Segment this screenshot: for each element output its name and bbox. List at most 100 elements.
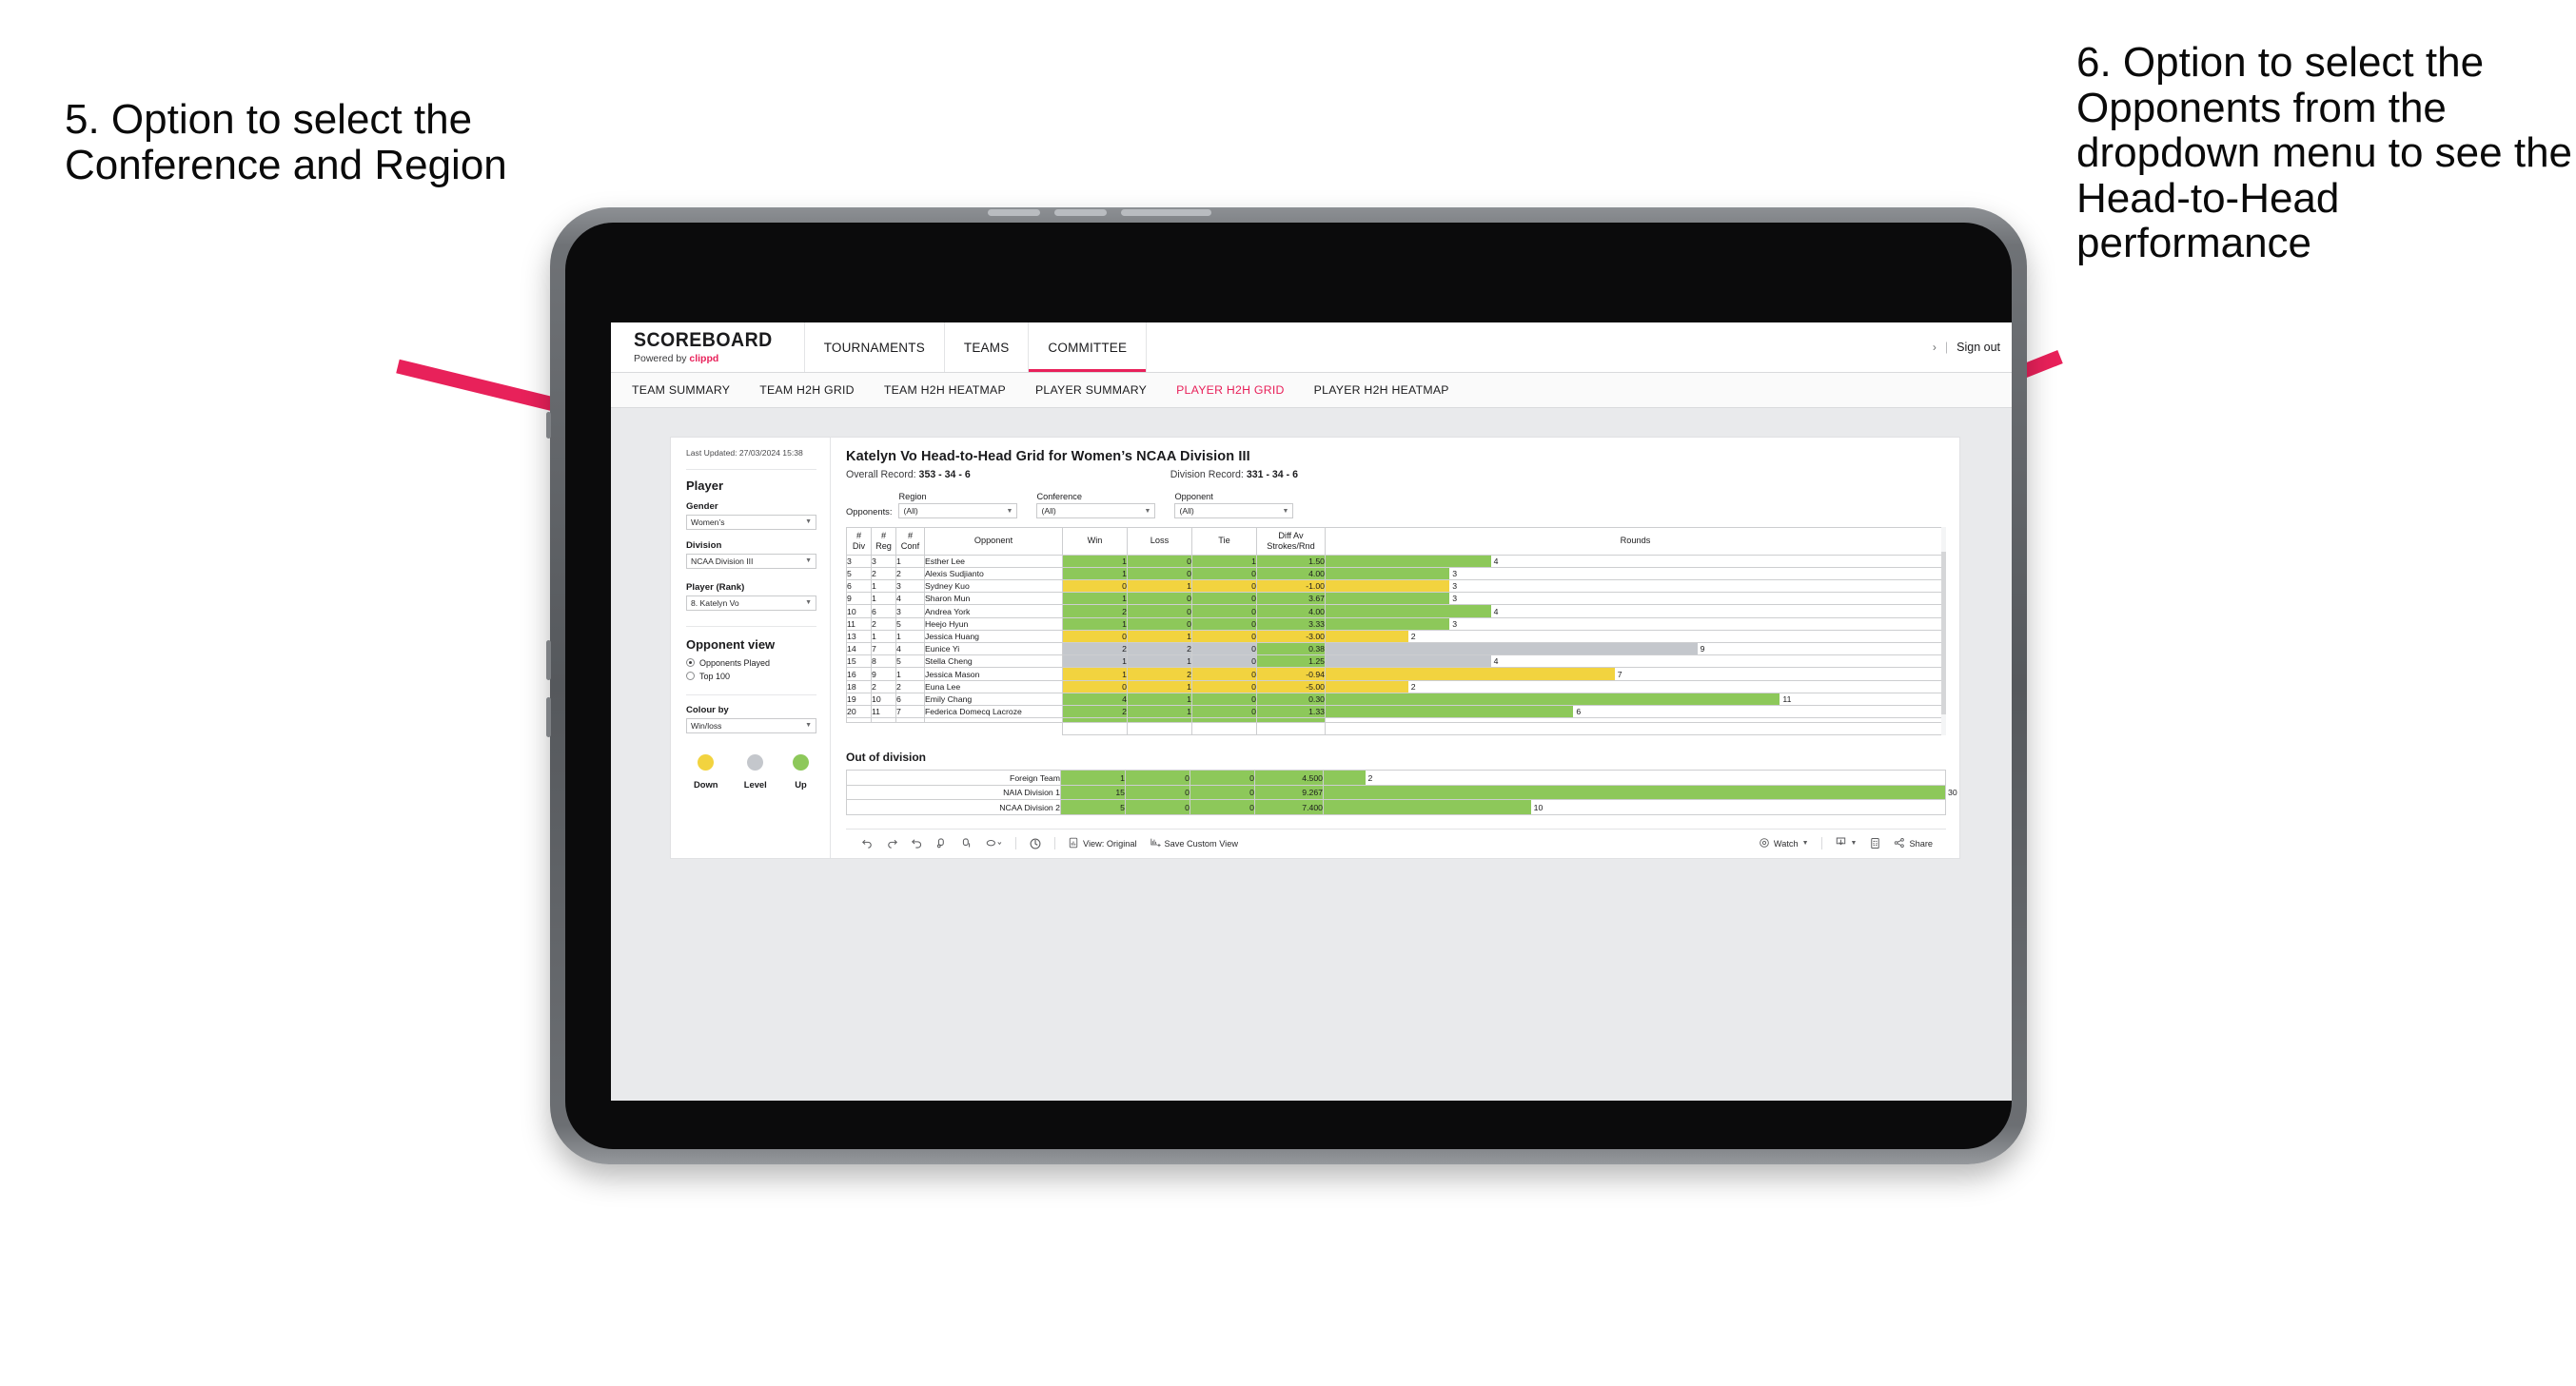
share-button[interactable]: Share [1894,837,1933,850]
grid-cell-loss: 0 [1127,554,1192,568]
grid-cell-conf: 2 [895,679,925,693]
colour-by-value: Win/loss [691,720,722,731]
grid-cell-reg: 2 [871,566,896,581]
table-row[interactable]: NCAA Division 2 5 0 0 7.400 10 [846,799,1946,815]
legend-item-up: Up [792,753,809,790]
subnav-team-h2h-grid[interactable]: TEAM H2H GRID [759,383,855,397]
grid-cell-tie: 0 [1191,616,1257,631]
nav-item-teams[interactable]: TEAMS [945,322,1030,372]
nav-item-committee[interactable]: COMMITTEE [1029,322,1148,372]
table-row[interactable]: 20 11 7 Federica Domecq Lacroze 2 1 0 1.33 6 [846,704,1946,719]
conference-select[interactable]: (All) ▼ [1036,503,1156,518]
table-row[interactable]: 5 2 2 Alexis Sudjianto 1 0 0 4.00 3 [846,566,1946,581]
table-row[interactable]: Foreign Team 1 0 0 4.500 2 [846,770,1946,786]
grid-cell-reg: 1 [871,629,896,644]
nav-item-tournaments[interactable]: TOURNAMENTS [805,322,945,372]
table-row[interactable]: 10 6 3 Andrea York 2 0 0 4.00 4 [846,604,1946,618]
grid-cell-win: 0 [1062,579,1128,594]
grid-cell-tie: 0 [1191,654,1257,669]
view-original-button[interactable]: View: Original [1068,837,1137,850]
table-row[interactable]: 15 8 5 Stella Cheng 1 1 0 1.25 4 [846,654,1946,669]
brand-logo[interactable]: SCOREBOARD Powered by clippd [611,322,805,372]
rounds-value: 4 [1493,606,1499,616]
grid-cell-loss: 0 [1127,604,1192,618]
table-row[interactable]: 3 3 1 Esther Lee 1 0 1 1.50 4 [846,554,1946,568]
redo-icon[interactable] [886,837,898,849]
grid-cell-tie: 0 [1191,566,1257,581]
grid-cell-reg: 7 [871,642,896,656]
colour-by-select[interactable]: Win/loss ▼ [686,717,816,733]
save-custom-view-button[interactable]: Save Custom View [1150,837,1238,850]
grid-cell-diff: -5.00 [1256,679,1326,693]
grid-scrollbar-thumb[interactable] [1941,552,1946,714]
watch-label: Watch [1773,838,1799,849]
gender-field: Gender Women’s ▼ [686,501,816,530]
subnav-team-summary[interactable]: TEAM SUMMARY [632,383,730,397]
undo-icon[interactable] [861,837,874,849]
subnav-player-h2h-grid[interactable]: PLAYER H2H GRID [1176,383,1285,397]
pause-icon[interactable] [960,837,973,849]
grid-cell-win: 2 [1062,704,1128,719]
grid-col-header: Rounds [1325,527,1946,556]
player-rank-select[interactable]: 8. Katelyn Vo ▼ [686,595,816,611]
grid-scrollbar[interactable] [1941,527,1946,735]
legend-label-down: Down [694,778,718,790]
table-row[interactable]: NAIA Division 1 15 0 0 9.267 30 [846,784,1957,801]
rounds-value: 2 [1410,681,1416,692]
rounds-bar [1326,617,1450,630]
grid-cell-loss: 1 [1127,704,1192,719]
grid-cell-div: 5 [846,566,872,581]
region-select[interactable]: (All) ▼ [898,503,1018,518]
tablet-volume-down-button[interactable] [546,697,551,737]
opponent-select[interactable]: (All) ▼ [1174,503,1294,518]
grid-cell-conf: 5 [895,654,925,669]
sign-out-link[interactable]: Sign out [1957,341,2000,354]
ood-cell-rounds: 2 [1323,770,1946,786]
colour-by-label: Colour by [686,704,729,715]
table-row[interactable]: 6 1 3 Sydney Kuo 0 1 0 -1.00 3 [846,579,1946,594]
table-row[interactable]: 19 10 6 Emily Chang 4 1 0 0.30 11 [846,692,1946,706]
rounds-value: 3 [1452,594,1458,604]
radio-opponents-played[interactable]: Opponents Played [686,658,816,668]
subnav-team-h2h-heatmap[interactable]: TEAM H2H HEATMAP [884,383,1006,397]
chevron-right-icon[interactable]: › [1933,341,1937,354]
grid-cell-conf: 1 [895,629,925,644]
table-row[interactable]: 9 1 4 Sharon Mun 1 0 0 3.67 3 [846,592,1946,606]
save-custom-view-label: Save Custom View [1164,838,1238,849]
grid-col-header: # Div [846,527,872,556]
grid-cell-win: 2 [1062,604,1128,618]
table-row[interactable]: 18 2 2 Euna Lee 0 1 0 -5.00 2 [846,679,1946,693]
grid-cell-conf: 1 [895,554,925,568]
grid-col-header: # Conf [895,527,925,556]
division-select[interactable]: NCAA Division III ▼ [686,553,816,569]
rounds-value: 2 [1367,772,1373,783]
viz-toolbar: View: Original Save Custom View Watch ▼ … [846,828,1946,858]
conference-filter: Conference (All) ▼ [1036,492,1156,518]
tablet-side-button[interactable] [546,412,551,439]
grid-cell-diff: 1.33 [1256,704,1326,719]
revert-icon[interactable] [911,837,923,849]
grid-cell-conf: 4 [895,592,925,606]
grid-cell-opponent: Jessica Mason [924,667,1063,681]
refresh-icon[interactable] [935,837,948,849]
download-button[interactable]: ▼ [1835,836,1857,850]
table-row[interactable]: 16 9 1 Jessica Mason 1 2 0 -0.94 7 [846,667,1946,681]
table-row[interactable]: 13 1 1 Jessica Huang 0 1 0 -3.00 2 [846,629,1946,644]
grid-cell-div: 15 [846,654,872,669]
subnav-player-summary[interactable]: PLAYER SUMMARY [1035,383,1147,397]
subnav-player-h2h-heatmap[interactable]: PLAYER H2H HEATMAP [1314,383,1449,397]
shape-dropdown-icon[interactable] [985,837,1003,849]
grid-cell-tie: 0 [1191,692,1257,706]
radio-icon [686,672,695,681]
gender-select[interactable]: Women’s ▼ [686,514,816,530]
pause-auto-update-icon[interactable] [1029,837,1042,850]
table-row[interactable]: 14 7 4 Eunice Yi 2 2 0 0.38 9 [846,642,1946,656]
watch-button[interactable]: Watch ▼ [1759,837,1809,850]
grid-empty-cell [1325,722,1946,736]
opponent-filter: Opponent (All) ▼ [1174,492,1294,518]
table-row[interactable]: 11 2 5 Heejo Hyun 1 0 0 3.33 3 [846,616,1946,631]
fullscreen-icon[interactable] [1869,837,1881,849]
tablet-volume-up-button[interactable] [546,640,551,680]
radio-top-100[interactable]: Top 100 [686,672,816,681]
tablet-body: SCOREBOARD Powered by clippd TOURNAMENTS… [546,207,2027,1164]
